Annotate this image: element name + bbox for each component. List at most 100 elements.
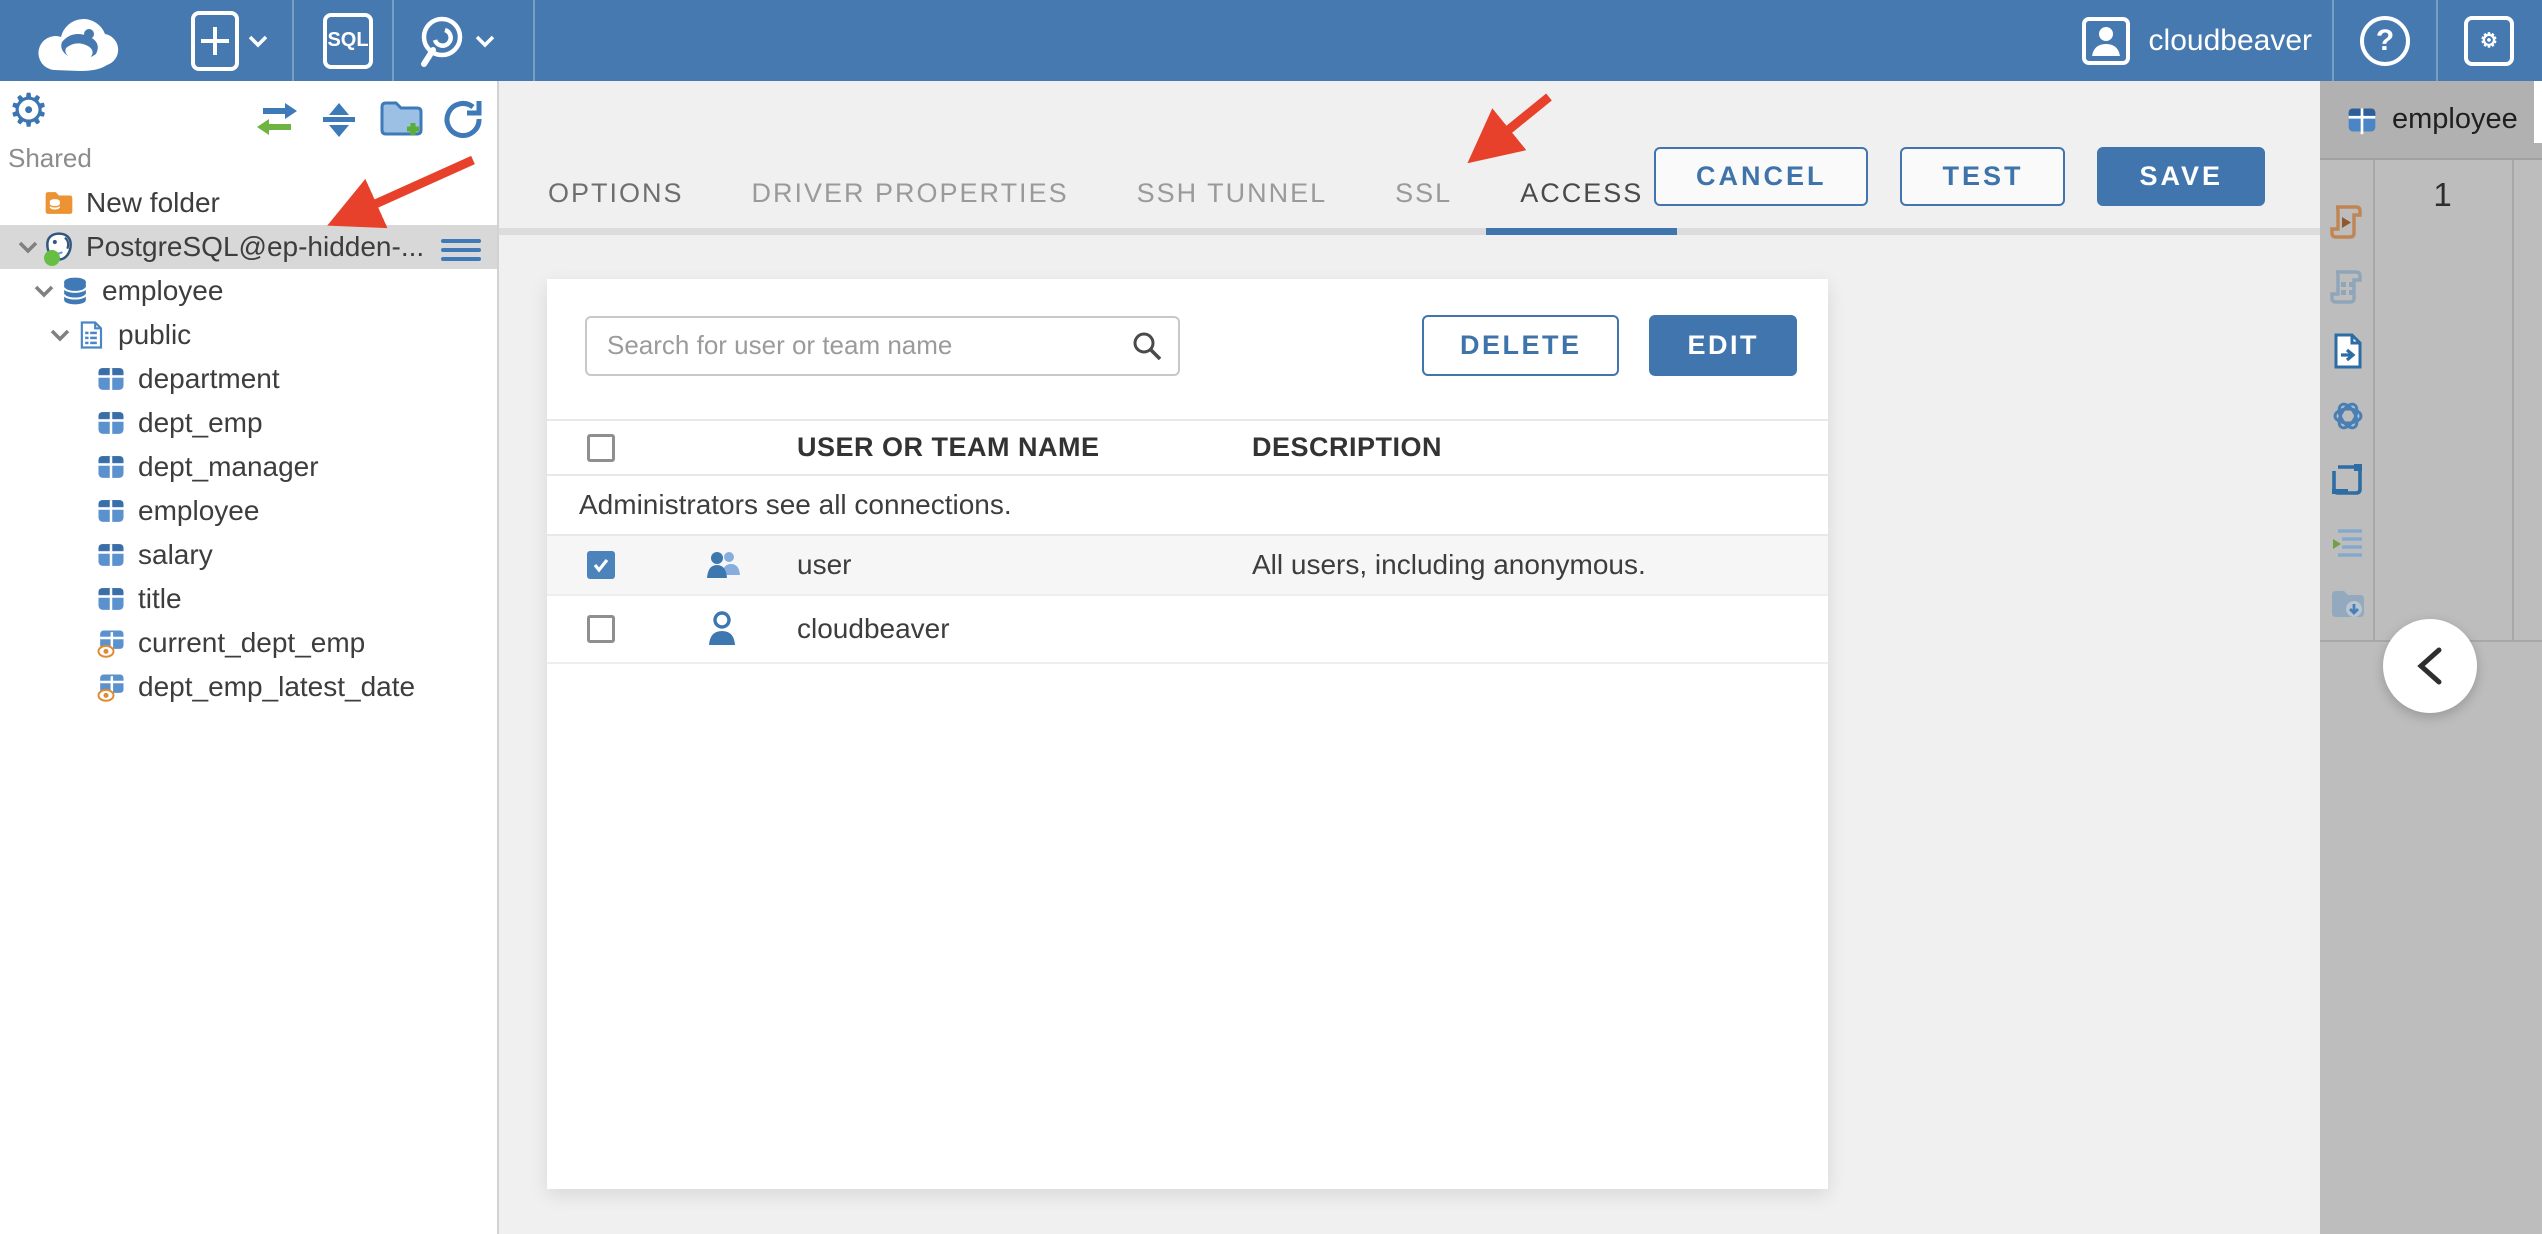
row-number-cell: 1 [2433,176,2452,213]
navigator-toolbar [253,95,487,143]
chevron-down-icon[interactable] [12,240,44,254]
script-results-icon[interactable] [2328,266,2368,306]
navigator-settings-gear-icon[interactable]: ⚙ [8,87,49,133]
avatar-icon [2081,16,2130,65]
tree-item-new-folder[interactable]: New folder [0,181,497,225]
test-button[interactable]: TEST [1900,147,2066,206]
execute-script-icon[interactable] [2328,201,2368,241]
tree-item-label: salary [138,539,213,570]
username-label: cloudbeaver [2148,23,2312,57]
tree-item-label: employee [102,275,224,306]
result-tab-label[interactable]: employee [2392,103,2518,136]
tab-driver-properties[interactable]: DRIVER PROPERTIES [718,81,1103,235]
connection-driver-button[interactable] [415,12,497,70]
access-panel-card: DELETE EDIT USER OR TEAM NAME DESCRIPTIO… [547,279,1828,1189]
cloudbeaver-logo[interactable] [26,8,138,74]
delete-button[interactable]: DELETE [1421,315,1620,376]
database-icon [60,276,90,306]
navigator-sidebar: ⚙ Shared New folder PostgreSQL@ep-hidden… [0,81,499,1234]
access-grants-table: USER OR TEAM NAME DESCRIPTION Administra… [547,419,1828,664]
team-icon [702,545,797,585]
view-icon [96,628,126,658]
table-row-user[interactable]: user All users, including anonymous. [547,536,1828,596]
tree-item-label: public [118,319,192,350]
tree-item-label: dept_manager [138,451,319,482]
tab-access[interactable]: ACCESS [1486,81,1678,235]
tree-item-view-dept-emp-latest-date[interactable]: dept_emp_latest_date [0,665,497,709]
topbar-divider [292,0,294,81]
save-button[interactable]: SAVE [2097,147,2265,206]
editor-action-buttons: CANCEL TEST SAVE [1653,147,2265,206]
tree-item-label: department [138,363,280,394]
tab-options[interactable]: OPTIONS [514,81,718,235]
tree-item-table-title[interactable]: title [0,577,497,621]
tree-item-postgresql-connection[interactable]: PostgreSQL@ep-hidden-... [0,225,497,269]
tree-item-table-dept-manager[interactable]: dept_manager [0,445,497,489]
tabs-underline-track [499,228,2320,235]
ai-assistant-icon[interactable] [2328,396,2368,436]
name-column-header: USER OR TEAM NAME [797,432,1100,462]
table-row-cloudbeaver[interactable]: cloudbeaver [547,596,1828,664]
result-tab-bar: employee [2320,81,2542,160]
grid-divider [2373,160,2375,640]
sql-icon: SQL [323,12,373,69]
folder-database-icon [44,188,74,218]
chevron-left-icon [2417,647,2442,685]
table-icon [2348,107,2376,134]
postgresql-driver-icon [44,232,74,266]
sync-connection-icon[interactable] [253,95,301,143]
tree-item-schema-public[interactable]: public [0,313,497,357]
chevron-down-icon[interactable] [28,284,60,298]
panel-scrollbar[interactable] [2534,81,2542,143]
table-icon [96,408,126,438]
export-data-icon[interactable] [2328,331,2368,371]
help-button[interactable]: ? [2360,15,2410,66]
collapse-all-icon[interactable] [315,95,363,143]
chevron-down-icon [248,35,268,47]
tree-item-label: dept_emp [138,407,263,438]
tree-section-label: Shared [8,143,92,173]
tree-item-label: employee [138,495,260,526]
settings-gear-icon: ⚙ [2464,15,2514,66]
sql-editor-button[interactable]: SQL [323,12,373,69]
save-to-folder-icon[interactable] [2328,583,2368,623]
row-checkbox-checked[interactable] [587,551,615,579]
search-input[interactable] [585,315,1180,376]
tree-item-view-current-dept-emp[interactable]: current_dept_emp [0,621,497,665]
table-icon [96,584,126,614]
new-folder-icon[interactable] [377,95,425,143]
frame-selection-icon[interactable] [2328,459,2368,499]
help-icon: ? [2360,15,2410,66]
top-app-bar: SQL cloudbeaver ? ⚙ [0,0,2542,81]
navigator-tree: New folder PostgreSQL@ep-hidden-... empl… [0,181,497,709]
tree-item-table-dept-emp[interactable]: dept_emp [0,401,497,445]
refresh-icon[interactable] [439,95,487,143]
settings-button[interactable]: ⚙ [2464,15,2514,66]
user-menu-button[interactable]: cloudbeaver [2081,16,2312,66]
plus-square-icon [191,10,239,71]
new-connection-button[interactable] [190,9,270,73]
tree-item-table-employee[interactable]: employee [0,489,497,533]
connection-menu-icon[interactable] [441,234,481,266]
row-checkbox-unchecked[interactable] [587,615,615,643]
tree-item-database-employee[interactable]: employee [0,269,497,313]
edit-button[interactable]: EDIT [1649,315,1797,376]
tree-item-label: New folder [86,187,220,218]
tab-ssl[interactable]: SSL [1361,81,1486,235]
tree-item-table-department[interactable]: department [0,357,497,401]
chevron-down-icon[interactable] [44,328,76,342]
tab-ssh-tunnel[interactable]: SSH TUNNEL [1103,81,1362,235]
collapse-panel-button[interactable] [2383,619,2477,713]
execution-plan-icon[interactable] [2328,521,2368,561]
topbar-divider [2332,0,2334,81]
row-name: user [797,549,852,580]
table-icon [96,540,126,570]
tree-item-table-salary[interactable]: salary [0,533,497,577]
search-icon [1133,332,1162,360]
select-all-checkbox[interactable] [587,433,615,462]
topbar-divider [2436,0,2438,81]
cancel-button[interactable]: CANCEL [1653,147,1869,206]
tree-item-label: current_dept_emp [138,627,366,658]
chevron-down-icon [475,35,495,47]
connection-editor: OPTIONS DRIVER PROPERTIES SSH TUNNEL SSL… [499,81,2320,1234]
